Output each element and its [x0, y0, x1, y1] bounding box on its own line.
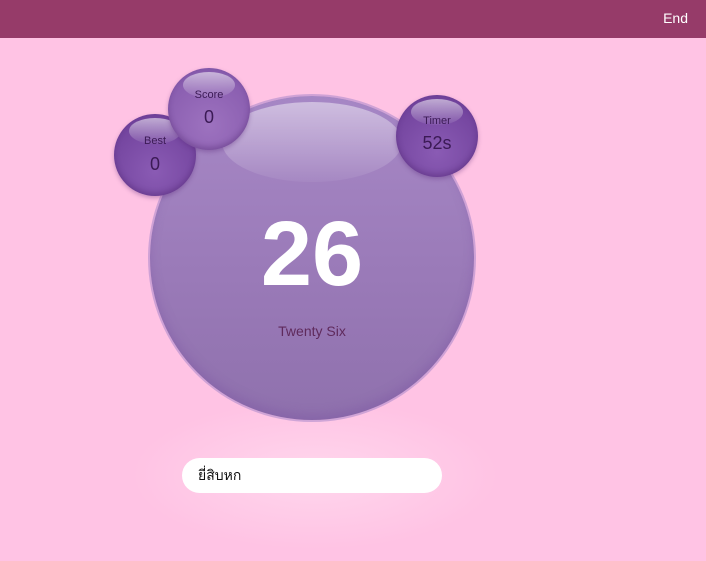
- timer-bubble: Timer 52s: [396, 95, 478, 177]
- current-number: 26: [260, 203, 364, 305]
- current-number-words: Twenty Six: [278, 323, 346, 339]
- score-bubble: Score 0: [168, 68, 250, 150]
- score-label: Score: [194, 89, 224, 101]
- end-button[interactable]: End: [663, 10, 688, 26]
- score-value: 0: [203, 107, 214, 127]
- best-value: 0: [149, 154, 160, 174]
- timer-label: Timer: [423, 115, 451, 127]
- answer-input[interactable]: [182, 458, 442, 493]
- timer-value: 52s: [422, 133, 452, 153]
- top-bar: End: [0, 0, 706, 38]
